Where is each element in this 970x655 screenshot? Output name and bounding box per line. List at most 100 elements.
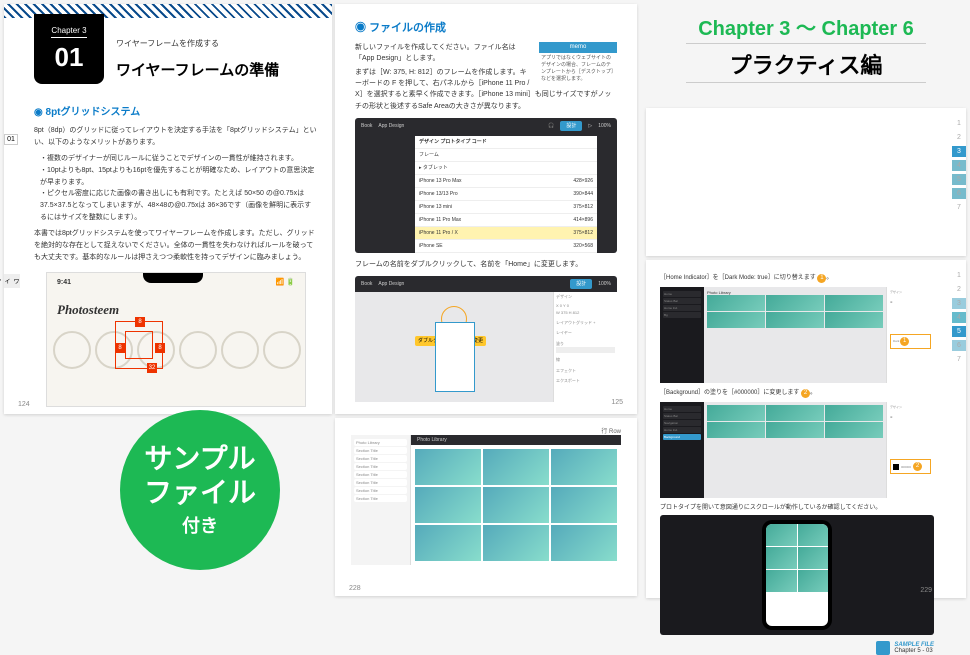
- frame-preset-panel: デザイン プロトタイプ コード フレーム ▸ タブレット iPhone 13 P…: [415, 136, 597, 253]
- memo-box: memo アプリではなくウェブサイトのデザインの場合、フレームのテンプレートから…: [539, 42, 617, 86]
- step-marker: 1: [817, 274, 826, 283]
- chapter-number: 01: [34, 42, 104, 73]
- list-item: iPhone 13 Pro Max: [419, 177, 462, 185]
- properties-panel: デザインX 0 Y 0W 375 H 812 レイアウトグリッド + レイヤー …: [553, 292, 617, 402]
- section-heading: 8ptグリッドシステム: [34, 104, 318, 121]
- side-index-num: 01: [4, 134, 18, 145]
- story-circles: [47, 327, 305, 373]
- status-bar: 9:41 📶 🔋: [47, 273, 305, 293]
- bullet-item: ピクセル密度に応じた画像の書き出しにも有利です。たとえば 50×50 の@0.7…: [40, 188, 318, 224]
- bullet-item: 10ptよりも8pt、15ptよりも16ptを優先することが明確なため、レイアウ…: [40, 165, 318, 189]
- chapter-label: Chapter 3: [51, 26, 86, 38]
- list-item-selected: iPhone 11 Pro / X: [419, 229, 458, 237]
- side-index-text: ワイヤーフレームの準備: [4, 274, 20, 288]
- list-item: ▸ タブレット: [419, 164, 448, 172]
- badge-sub: 付き: [182, 512, 218, 538]
- canvas: Photo Library: [704, 287, 886, 383]
- figma-screenshot-grid: Photo LibrarySection TitleSection TitleS…: [351, 435, 621, 565]
- status-time: 9:41: [57, 277, 71, 289]
- paragraph: 8pt（8dp）のグリッドに従ってレイアウトを決定する手法を「8ptグリッドシス…: [34, 125, 318, 149]
- chapter-tabs: 1 2 3 4 5 6 7: [952, 118, 966, 213]
- app-brand: Photosteem: [47, 293, 305, 327]
- bullet-list: 複数のデザイナーが同じルールに従うことでデザインの一貫性が維持されます。 10p…: [34, 153, 318, 224]
- story-circle: [53, 331, 91, 369]
- paragraph: フレームの名前をダブルクリックして、名前を「Home」に変更します。: [355, 259, 617, 270]
- headphones-icon: 🎧: [548, 122, 554, 130]
- memo-head: memo: [539, 42, 617, 54]
- page-125: ファイルの作成 memo アプリではなくウェブサイトのデザインの場合、フレームの…: [335, 4, 637, 414]
- list-item: iPhone SE: [419, 242, 443, 250]
- caption: プロトタイプを開いて意図通りにスクロールが動作しているか確認してください。: [660, 502, 934, 511]
- caption: ［Background］の塗りを［#000000］に変更します 2。: [660, 387, 934, 398]
- chapter-tabs: 1 2 3 4 5 6 7: [952, 270, 966, 365]
- page-124: Chapter 3 01 ワイヤーフレームを作成する ワイヤーフレームの準備 0…: [4, 4, 332, 414]
- page-229: 1 2 3 4 5 6 7 ［Home Indicator］を［Dark Mod…: [646, 260, 966, 598]
- measure-badge: 32: [147, 363, 157, 373]
- figma-canvas: ダブルクリックで名前を変更 デザインX 0 Y 0W 375 H 812 レイア…: [355, 292, 617, 402]
- sample-file-name: Chapter 5 - 03: [894, 648, 934, 654]
- play-icon: ▷: [588, 122, 592, 130]
- page-right-upper: 1 2 3 4 5 6 7: [646, 108, 966, 256]
- bullet-item: 複数のデザイナーが同じルールに従うことでデザインの一貫性が維持されます。: [40, 153, 318, 165]
- phone-notch: [143, 273, 203, 283]
- layers-panel: HomeStatus BarHome Ind.Bg: [660, 287, 704, 383]
- layers-panel: HomeStatus BarNavigationHome Ind.Backgro…: [660, 402, 704, 498]
- page-number: 125: [611, 397, 623, 408]
- memo-body: アプリではなくウェブサイトのデザインの場合、フレームのテンプレートから［デスクト…: [539, 53, 617, 85]
- row-label: 行 Row: [351, 426, 621, 435]
- zoom-level: 100%: [598, 122, 611, 130]
- phone-frame: [762, 520, 832, 630]
- figma-screenshot-2: Book App Design 設計 100% ダブルクリックで名前を変更 デザ…: [355, 276, 617, 402]
- page-title: ワイヤーフレームの準備: [116, 59, 316, 80]
- photo-thumbs: [707, 295, 883, 328]
- eyebrow: ワイヤーフレームを作成する: [116, 38, 316, 49]
- photo-grid: [411, 445, 621, 565]
- file-icon: [876, 641, 890, 655]
- sample-file-badge: SAMPLE FILE Chapter 5 - 03: [876, 641, 934, 655]
- list-item: iPhone 11 Pro Max: [419, 216, 461, 224]
- measure-box: [125, 331, 153, 359]
- phone-mockup: 9:41 📶 🔋 Photosteem 8 8 8 32: [46, 272, 306, 407]
- figma-screenshot-bg: HomeStatus BarNavigationHome Ind.Backgro…: [660, 402, 934, 498]
- paragraph: 本書では8ptグリッドシステムを使ってワイヤーフレームを作成します。ただし、グリ…: [34, 228, 318, 264]
- page-228: 行 Row Photo LibrarySection TitleSection …: [335, 418, 637, 596]
- story-circle: [263, 331, 301, 369]
- figma-toolbar: Book App Design 🎧 設計 ▷ 100%: [355, 118, 617, 134]
- badge-text: サンプルファイル: [144, 442, 256, 509]
- properties-panel: デザイン⊕ 000000 2: [886, 402, 934, 498]
- panel-tabs: デザイン プロトタイプ コード: [419, 138, 487, 146]
- measure-badge: 8: [155, 343, 165, 353]
- tab-design: 設計: [560, 121, 582, 131]
- section-title-jp: プラクティス編: [646, 48, 966, 80]
- panel-section: フレーム: [419, 151, 439, 159]
- figma-screenshot-1: Book App Design 🎧 設計 ▷ 100% デザイン プロトタイプ …: [355, 118, 617, 253]
- measure-badge: 8: [135, 317, 145, 327]
- file-name: App Design: [378, 122, 404, 130]
- caption: ［Home Indicator］を［Dark Mode: true］に切り替えま…: [660, 272, 934, 283]
- page-number: 229: [920, 587, 932, 594]
- section-heading: ファイルの作成: [355, 20, 617, 38]
- list-item: iPhone 13 mini: [419, 203, 452, 211]
- prototype-preview: [660, 515, 934, 635]
- section-title-en: Chapter 3 〜 Chapter 6: [646, 12, 966, 41]
- list-item: iPhone 13/13 Pro: [419, 190, 458, 198]
- figma-toolbar: Book App Design 設計 100%: [355, 276, 617, 292]
- layers-panel: Photo LibrarySection TitleSection TitleS…: [351, 435, 411, 565]
- page-number: 124: [18, 401, 30, 408]
- frame-home: [435, 322, 475, 392]
- chapter-tab: Chapter 3 01: [34, 14, 104, 84]
- back-label: Book: [361, 122, 372, 130]
- page-number: 228: [349, 585, 361, 592]
- properties-panel: デザイン⊕ Dark 1: [886, 287, 934, 383]
- story-circle: [221, 331, 259, 369]
- side-index: 01 ワイヤーフレームの準備: [4, 134, 18, 149]
- section-title: Chapter 3 〜 Chapter 6 プラクティス編: [646, 12, 966, 85]
- figma-screenshot-dark: HomeStatus BarHome Ind.Bg Photo Library …: [660, 287, 934, 383]
- measure-badge: 8: [115, 343, 125, 353]
- sample-file-badge-circle: サンプルファイル 付き: [120, 410, 280, 570]
- story-circle: [179, 331, 217, 369]
- body-text: 8ptグリッドシステム 8pt（8dp）のグリッドに従ってレイアウトを決定する手…: [4, 88, 332, 425]
- canvas: [704, 402, 886, 498]
- step-marker: 2: [801, 389, 810, 398]
- status-icons: 📶 🔋: [276, 277, 295, 289]
